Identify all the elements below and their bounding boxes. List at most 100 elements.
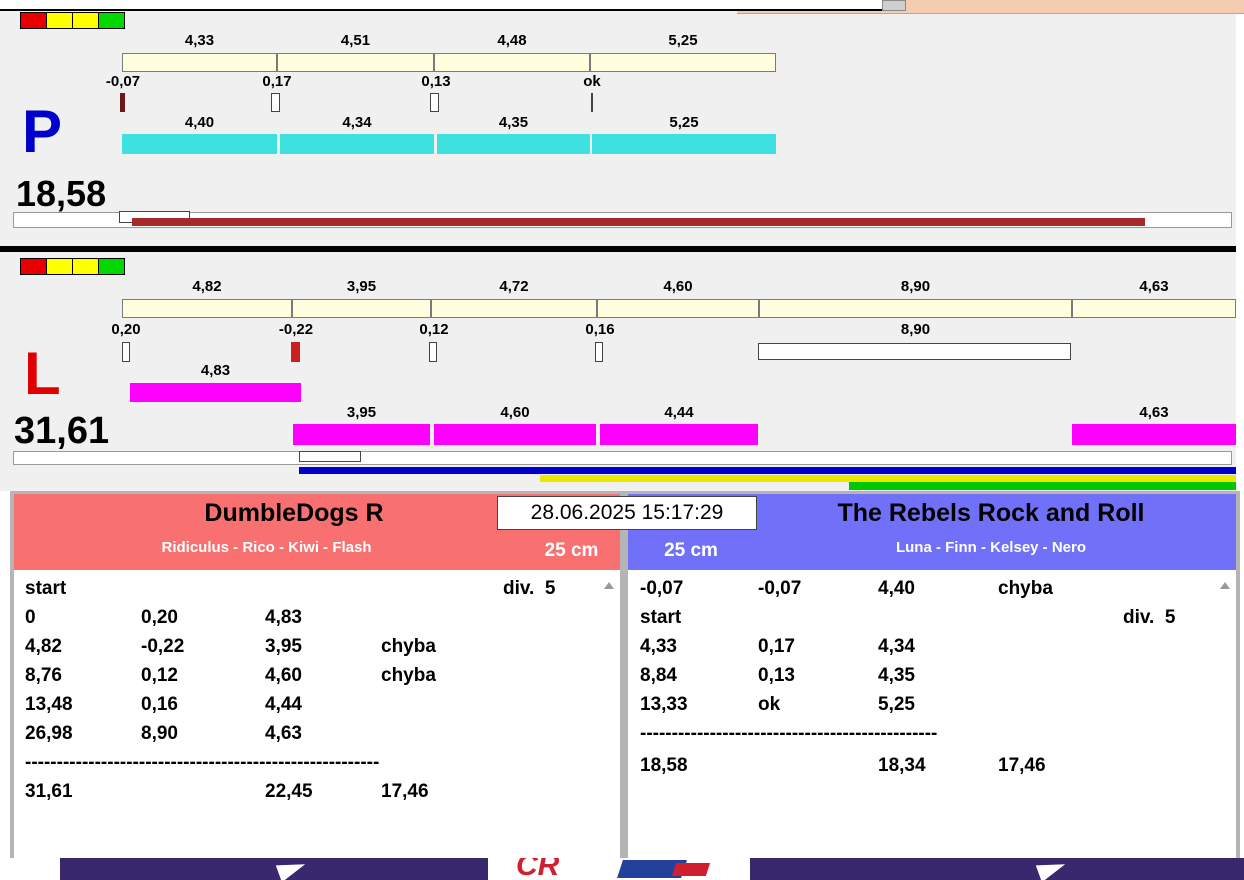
lane-p-time-label: 5,25 (669, 114, 699, 131)
lane-l-marker-box (299, 451, 361, 462)
result-cell: start (25, 578, 67, 599)
lane-l-time-bar (434, 424, 596, 445)
lane-p-time-label: 4,40 (184, 114, 215, 131)
lane-l-progress-track (13, 451, 1232, 465)
lane-p-ruler-segment (434, 53, 590, 72)
team-left-name: DumbleDogs R (204, 499, 384, 527)
lane-p-time-bar (122, 134, 277, 154)
result-cell: 22,45 (265, 781, 313, 802)
cr-logo: CR (516, 858, 560, 880)
result-cell: 13,48 (25, 694, 73, 715)
lane-l-time-label: 3,95 (346, 404, 377, 421)
lane-p-progress-bar-red (132, 218, 1145, 226)
lane-p-total-time: 18,58 (16, 173, 107, 214)
result-cell: chyba (998, 578, 1053, 599)
result-cell: 18,58 (640, 755, 688, 776)
lane-p-split-label: 5,25 (668, 32, 698, 49)
lane-l-delta-label: 0,16 (585, 321, 615, 338)
lane-l-split-label: 4,72 (499, 278, 529, 295)
result-row: 26,98 8,90 4,63 (14, 723, 620, 752)
lane-l-time-bar (130, 383, 301, 402)
team-panel-left: DumbleDogs R Ridiculus - Rico - Kiwi - F… (14, 494, 620, 858)
lane-l-gate-marker (122, 342, 130, 362)
lane-l-gate-marker (429, 342, 437, 362)
team-left-results[interactable]: start div. 5 0 0,20 4,83 4,82 -0,22 3,95… (14, 570, 620, 858)
result-separator: ----------------------------------------… (25, 752, 380, 773)
lane-p-gate-marker (430, 93, 439, 112)
result-cell: 0,12 (141, 665, 178, 686)
lane-p-start-tick (120, 93, 125, 112)
lane-p-letter: P (22, 98, 63, 165)
result-cell: 4,82 (25, 636, 62, 657)
result-cell: 0 (25, 607, 36, 628)
result-cell: -0,07 (640, 578, 684, 599)
lane-p-gate-line (591, 93, 593, 112)
result-cell: div. 5 (1123, 607, 1176, 628)
result-cell: start (640, 607, 682, 628)
lane-l-time-label: 4,44 (664, 404, 694, 421)
result-cell: 4,40 (878, 578, 915, 599)
result-separator-row: ----------------------------------------… (628, 723, 1236, 752)
lane-p-ruler-segment (122, 53, 277, 72)
result-row: 4,82 -0,22 3,95 chyba (14, 636, 620, 665)
lane-l-letter: L (24, 340, 61, 407)
result-cell: 4,44 (265, 694, 302, 715)
lane-l-split-label: 3,95 (346, 278, 377, 295)
lane-l-split-label: 4,82 (192, 278, 222, 295)
result-row: start div. 5 (628, 607, 1236, 636)
result-cell: -0,22 (141, 636, 185, 657)
team-right-name: The Rebels Rock and Roll (837, 499, 1145, 527)
result-cell: 8,76 (25, 665, 62, 686)
timestamp-display: 28.06.2025 15:17:29 (497, 496, 757, 530)
result-cell: chyba (381, 636, 436, 657)
lane-l-delta-label: 8,90 (900, 321, 931, 338)
lane-p-time-label: 4,35 (498, 114, 529, 131)
status-light-green-icon (98, 12, 125, 29)
team-left-dogs: Ridiculus - Rico - Kiwi - Flash (161, 539, 372, 556)
lane-p-time-bar (592, 134, 776, 154)
lane-p-ruler-segment (277, 53, 434, 72)
result-cell: 4,60 (265, 665, 302, 686)
lane-p-split-label: 4,51 (340, 32, 371, 49)
lane-l-fault-tick (291, 342, 300, 362)
cr-logo-stripe-icon (671, 863, 711, 876)
lane-l-time-label: 4,60 (500, 404, 530, 421)
result-cell: 0,16 (141, 694, 178, 715)
result-cell: 4,33 (640, 636, 677, 657)
lane-l-progress-bar-blue (299, 467, 1236, 474)
team-right-size: 25 cm (664, 540, 718, 561)
lane-l-time-bar (293, 424, 430, 445)
result-cell: 17,46 (998, 755, 1046, 776)
lane-l-progress-bar-yellow (540, 475, 1236, 482)
lane-p-split-label: 4,48 (497, 32, 527, 49)
lane-divider (0, 246, 1236, 252)
lane-l-long-marker-box (758, 343, 1071, 360)
lane-p-status-lights (20, 12, 125, 29)
result-row: 8,84 0,13 4,35 (628, 665, 1236, 694)
lane-l-ruler-segment (292, 299, 431, 318)
result-cell: 0,20 (141, 607, 178, 628)
result-total-row: 31,61 22,45 17,46 (14, 781, 620, 810)
lane-l-ruler-segment (597, 299, 759, 318)
lane-l-time-label: 4,63 (1139, 404, 1169, 421)
status-light-yellow2-icon (72, 12, 99, 29)
lane-p-delta-label: 0,17 (262, 73, 292, 90)
status-light-green-icon (98, 258, 125, 275)
result-cell: 5,25 (878, 694, 915, 715)
team-panel-right: 25 cm The Rebels Rock and Roll Luna - Fi… (628, 494, 1236, 858)
result-cell: 3,95 (265, 636, 302, 657)
result-separator-row: ----------------------------------------… (14, 752, 620, 781)
lane-l-ruler-segment (431, 299, 597, 318)
lane-l-ruler-segment (759, 299, 1072, 318)
result-cell: 0,13 (758, 665, 795, 686)
result-cell: 17,46 (381, 781, 429, 802)
lane-l-delta-label: 0,12 (419, 321, 449, 338)
result-cell: 13,33 (640, 694, 688, 715)
team-right-results[interactable]: -0,07 -0,07 4,40 chyba start div. 5 4,33… (628, 570, 1236, 858)
lane-p-ruler-segment (590, 53, 776, 72)
result-cell: 8,90 (141, 723, 178, 744)
sponsor-banner: CR (0, 858, 1244, 880)
lane-p-delta-label: -0,07 (105, 73, 141, 90)
lane-l-delta-label: 0,20 (111, 321, 141, 338)
lane-l-time-label: 4,83 (200, 362, 231, 379)
